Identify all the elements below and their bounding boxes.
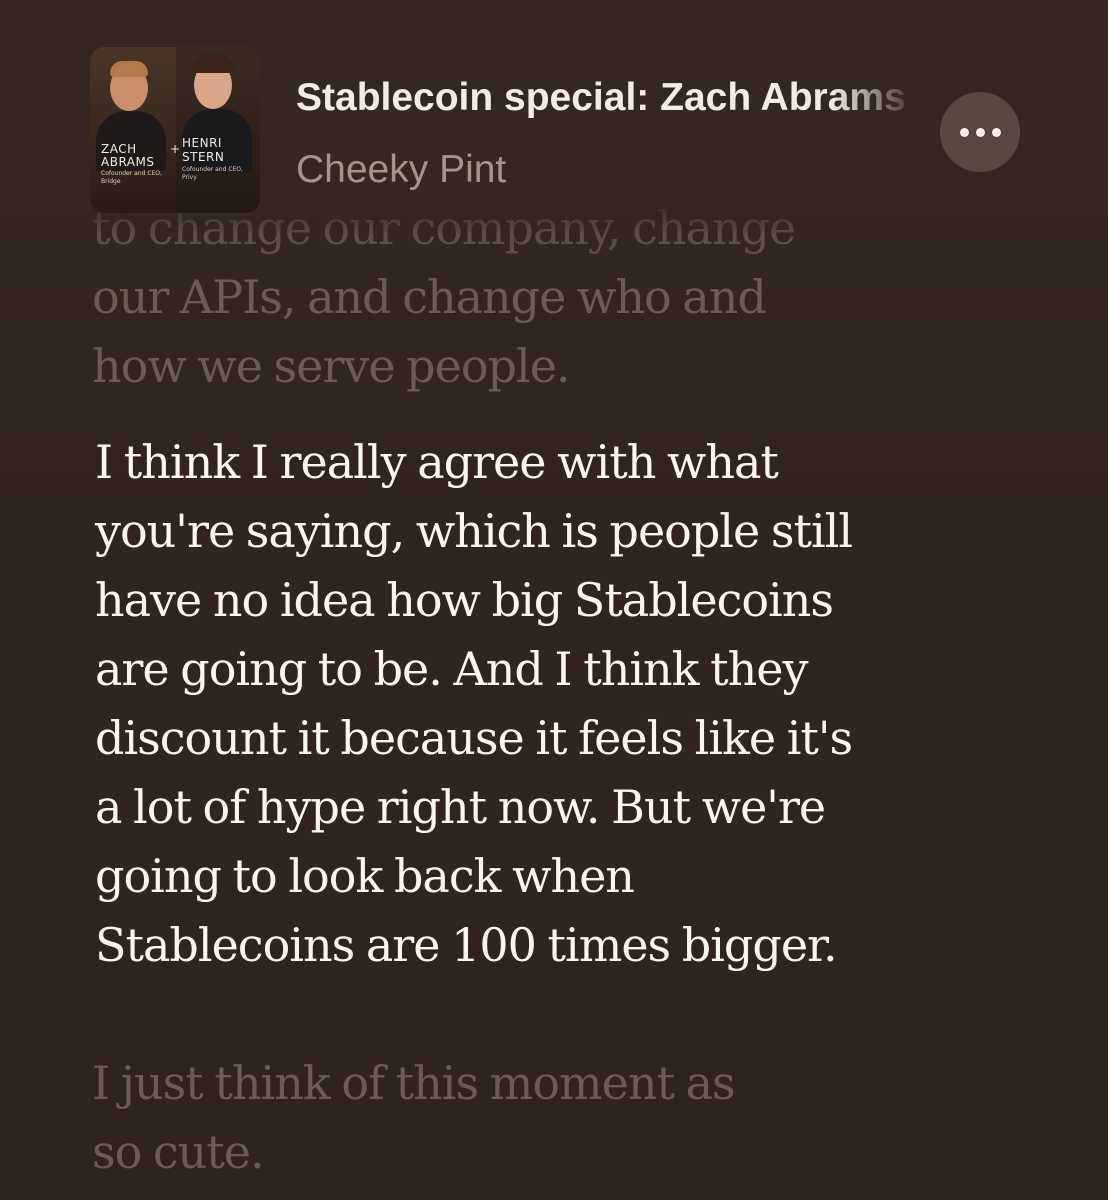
- artwork-hair-left: [110, 61, 148, 77]
- artwork-guest2-role: Cofounder and CEO,: [182, 166, 243, 173]
- artwork-guest2-last-name: STERN: [182, 150, 225, 164]
- transcript-line: so cute.: [92, 1125, 265, 1179]
- transcript-line: our APIs, and change who and: [92, 270, 767, 324]
- transcript-line: Stablecoins are 100 times bigger.: [95, 918, 838, 972]
- artwork-guest2-company: Privy: [182, 174, 197, 181]
- artwork-guest-last-name: ABRAMS: [101, 155, 155, 169]
- transcript-line: going to look back when: [95, 849, 635, 903]
- ellipsis-icon: [959, 127, 969, 137]
- artwork-guest2-first-name: HENRI: [182, 136, 222, 150]
- now-playing-header: ZACH ABRAMS Cofounder and CEO, Bridge + …: [0, 0, 1108, 230]
- episode-title[interactable]: Stablecoin special: Zach Abrams: [296, 74, 906, 122]
- artwork-plus: +: [170, 142, 181, 156]
- transcript-line: you're saying, which is people still: [95, 504, 853, 558]
- artwork-guest-role: Cofounder and CEO,: [101, 170, 162, 177]
- transcript-line: how we serve people.: [92, 339, 571, 393]
- transcript-line: I just think of this moment as: [92, 1056, 736, 1110]
- artwork-guest-company: Bridge: [101, 178, 121, 185]
- transcript-line: I think I really agree with what: [95, 435, 779, 489]
- more-options-button[interactable]: [940, 92, 1020, 172]
- transcript-line: a lot of hype right now. But we're: [95, 780, 826, 834]
- transcript-line: have no idea how big Stablecoins: [95, 573, 834, 627]
- transcript-line: are going to be. And I think they: [95, 642, 809, 696]
- transcript-paragraph-current[interactable]: I think I really agree with what you're …: [95, 428, 853, 980]
- ellipsis-icon: [991, 127, 1001, 137]
- ellipsis-icon: [975, 127, 985, 137]
- artwork-guest-first-name: ZACH: [101, 142, 137, 156]
- show-name[interactable]: Cheeky Pint: [296, 146, 506, 194]
- artwork-hair-right: [192, 55, 234, 73]
- transcript-paragraph-next[interactable]: I just think of this moment as so cute.: [92, 1049, 736, 1187]
- episode-artwork[interactable]: ZACH ABRAMS Cofounder and CEO, Bridge + …: [90, 47, 260, 213]
- transcript-line: discount it because it feels like it's: [95, 711, 853, 765]
